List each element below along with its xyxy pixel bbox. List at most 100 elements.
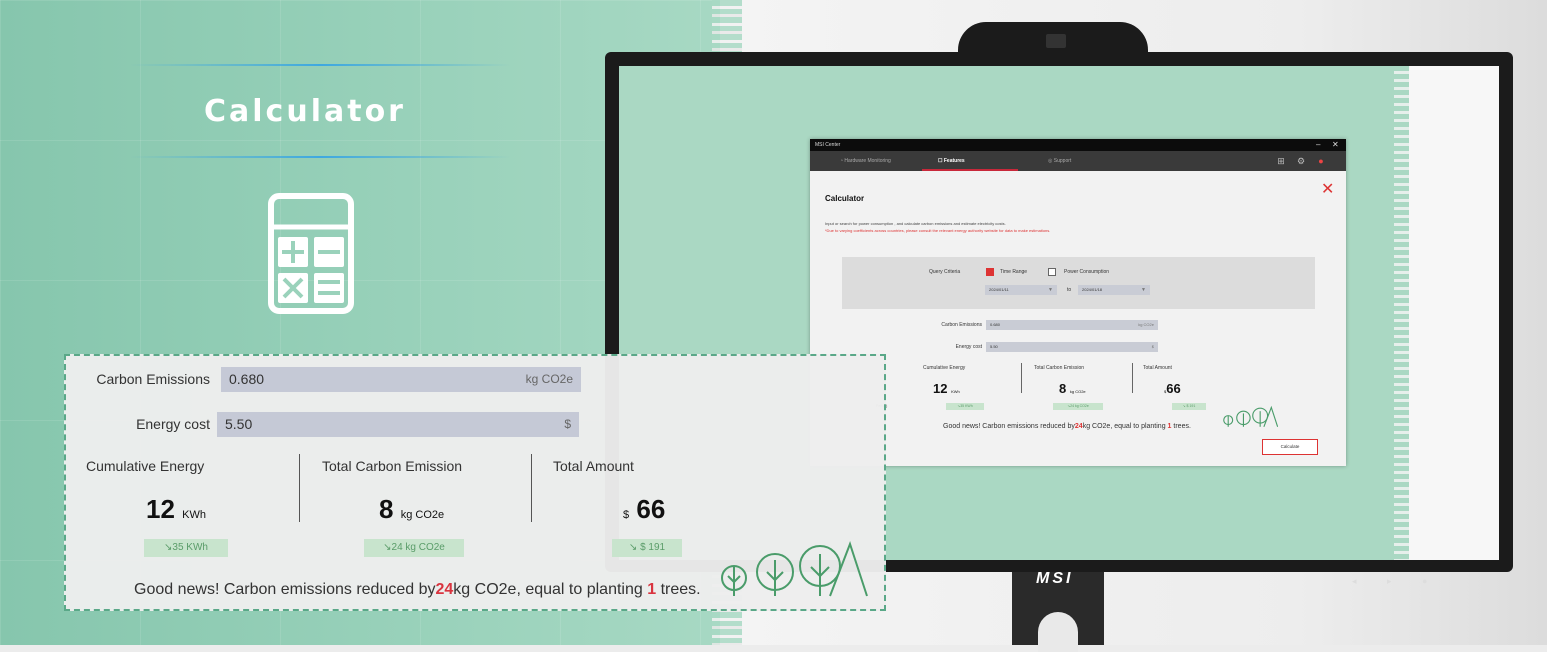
tab-support[interactable]: ◎ Support xyxy=(1048,158,1071,164)
stand-cutout xyxy=(1038,612,1078,652)
carbon-saved-badge: ↘24 kg CO2e xyxy=(1053,403,1103,410)
ta-number: 66 xyxy=(636,494,666,524)
query-label: Query Criteria xyxy=(929,269,961,275)
cost-saved-badge: ↘ $ 191 xyxy=(1172,403,1206,410)
power-consumption-label: Power Consumption xyxy=(1064,269,1110,275)
description: Input or search for power consumption , … xyxy=(825,221,1006,226)
to-label: to xyxy=(1067,287,1072,293)
tab-label: Hardware Monitoring xyxy=(844,158,891,164)
active-tab-indicator xyxy=(922,169,1018,171)
date-from-select[interactable]: 2024/01/11 ▼ xyxy=(985,285,1057,295)
app-heading: Calculator xyxy=(825,194,865,203)
good-news-message: Good news! Carbon emissions reduced by24… xyxy=(943,423,1191,430)
cumulative-energy-label: Cumulative Energy xyxy=(923,365,966,371)
msg-trees: 1 xyxy=(647,581,657,598)
cumulative-energy-value: 12 KWh xyxy=(933,381,960,396)
tab-label: Support xyxy=(1053,158,1072,164)
carbon-value: 0.680 xyxy=(990,322,1001,327)
time-range-checkbox[interactable] xyxy=(986,268,994,276)
currency-symbol: $ xyxy=(623,509,630,521)
carbon-value: 0.680 xyxy=(229,371,265,387)
date-to-select[interactable]: 2024/01/18 ▼ xyxy=(1078,285,1150,295)
title-bottom-line xyxy=(130,156,510,158)
energy-saved-badge: ↘35 KWh xyxy=(144,539,228,557)
chevron-down-icon: ▼ xyxy=(1141,287,1146,293)
tce-number: 8 xyxy=(379,494,394,524)
query-panel: Query Criteria Time Range Power Consumpt… xyxy=(842,257,1315,309)
tce-unit: kg CO2e xyxy=(1069,389,1086,394)
msg-text: Good news! Carbon emissions reduced by xyxy=(134,581,436,598)
total-amount-value: $ 66 xyxy=(623,494,665,525)
date-to-value: 2024/01/18 xyxy=(1082,287,1103,292)
date-from-value: 2024/01/11 xyxy=(989,287,1009,292)
calculate-button[interactable]: Calculate xyxy=(1262,439,1318,455)
total-amount-label: Total Amount xyxy=(1143,365,1172,371)
tce-number: 8 xyxy=(1059,381,1067,396)
energy-saved-badge: ↘35 KWh xyxy=(946,403,984,410)
energy-value: 5.50 xyxy=(990,344,998,349)
carbon-emissions-input[interactable]: 0.680 kg CO2e xyxy=(221,367,581,392)
energy-cost-label: Energy cost xyxy=(136,416,210,432)
close-icon[interactable]: ✕ xyxy=(1321,179,1334,199)
window-title: MSI Center xyxy=(815,142,841,148)
msi-logo: msi xyxy=(1036,570,1074,587)
trees-icon xyxy=(1223,405,1278,427)
calculator-icon xyxy=(268,193,354,314)
divider xyxy=(531,454,532,522)
total-carbon-value: 8 kg CO2e xyxy=(379,494,444,525)
profile-icon[interactable]: ● xyxy=(1316,156,1326,166)
carbon-unit: kg CO2e xyxy=(525,372,573,386)
title-top-line xyxy=(130,64,510,66)
msg-number: 24 xyxy=(435,581,454,598)
energy-cost-label: Energy cost xyxy=(955,344,982,350)
time-range-label: Time Range xyxy=(1000,269,1028,275)
close-window-button[interactable]: ✕ xyxy=(1332,140,1339,149)
trees-icon xyxy=(721,541,868,597)
warning-note: *Due to varying coefficients across coun… xyxy=(825,228,1051,233)
good-news-message: Good news! Carbon emissions reduced by24… xyxy=(134,581,701,599)
tab-hardware-monitoring[interactable]: ◔ Hardware Monitoring xyxy=(840,158,891,164)
divider xyxy=(299,454,300,522)
zoom-callout-panel: Carbon Emissions 0.680 kg CO2e Energy cos… xyxy=(64,354,886,611)
total-amount-label: Total Amount xyxy=(553,458,634,474)
cum-unit: KWh xyxy=(951,389,960,394)
minimize-button[interactable]: – xyxy=(1316,140,1320,149)
cum-number: 12 xyxy=(933,381,948,396)
msi-center-window: MSI Center – ✕ ◔ Hardware Monitoring ☐ F… xyxy=(810,139,1346,466)
cum-number: 12 xyxy=(146,494,175,524)
cum-unit: KWh xyxy=(182,509,206,521)
screen-white-area xyxy=(1409,66,1499,560)
cost-saved-badge: ↘ $ 191 xyxy=(612,539,682,557)
msg-text: kg CO2e, equal to planting xyxy=(453,581,643,598)
carbon-emissions-label: Carbon Emissions xyxy=(96,371,210,387)
cumulative-energy-value: 12 KWh xyxy=(146,494,206,525)
monitor-buttons[interactable]: ◂ ▸ ● xyxy=(1352,576,1441,587)
grid-icon[interactable]: ⊞ xyxy=(1276,156,1286,166)
total-carbon-label: Total Carbon Emission xyxy=(1034,365,1085,371)
msg-text: trees. xyxy=(1173,423,1191,430)
msg-trees: 1 xyxy=(1167,423,1172,430)
divider xyxy=(1132,363,1133,393)
energy-value: 5.50 xyxy=(225,416,253,432)
total-amount-value: $66 xyxy=(1164,381,1181,396)
total-carbon-label: Total Carbon Emission xyxy=(322,458,463,474)
cumulative-energy-label: Cumulative Energy xyxy=(86,458,205,474)
msg-text: Good news! Carbon emissions reduced by xyxy=(943,423,1075,430)
energy-cost-input[interactable]: 5.50 $ xyxy=(986,342,1158,352)
carbon-emissions-input[interactable]: 0.680 kg CO2e xyxy=(986,320,1158,330)
energy-cost-input[interactable]: 5.50 $ xyxy=(217,412,579,437)
tab-label: Features xyxy=(943,158,965,164)
total-carbon-value: 8 kg CO2e xyxy=(1059,381,1086,396)
tce-unit: kg CO2e xyxy=(400,509,445,521)
energy-unit: $ xyxy=(564,417,571,431)
msg-text: kg CO2e, equal to planting xyxy=(1082,423,1166,430)
webcam-lens xyxy=(1046,34,1066,48)
title-bar: MSI Center – ✕ xyxy=(810,139,1346,151)
divider xyxy=(1021,363,1022,393)
nav-bar: ◔ Hardware Monitoring ☐ Features ◎ Suppo… xyxy=(810,151,1346,171)
tab-features[interactable]: ☐ Features xyxy=(938,158,965,164)
carbon-emissions-label: Carbon Emissions xyxy=(941,322,982,328)
power-consumption-checkbox[interactable] xyxy=(1048,268,1056,276)
gear-icon[interactable]: ⚙ xyxy=(1296,156,1306,166)
carbon-saved-badge: ↘24 kg CO2e xyxy=(364,539,464,557)
